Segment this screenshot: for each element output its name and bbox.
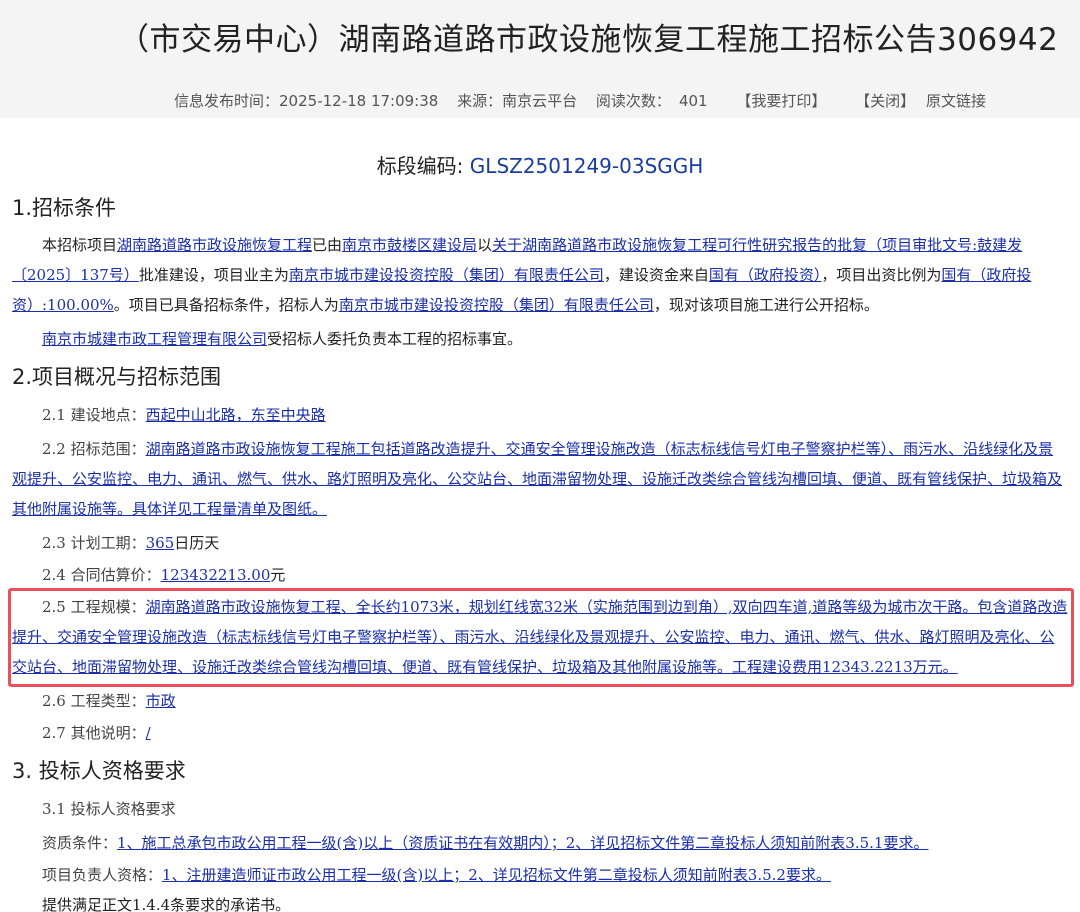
scope-link[interactable]: 湖南路道路市政设施恢复工程施工包括道路改造提升、交通安全管理设施改造（标志标线信… — [12, 440, 1062, 518]
item-2-2: 2.2 招标范围：湖南路道路市政设施恢复工程施工包括道路改造提升、交通安全管理设… — [12, 434, 1068, 524]
duration-unit: 日历天 — [174, 534, 220, 552]
manager-row: 项目负责人资格：1、注册建造师证市政公用工程一级(含)以上；2、详见招标文件第二… — [42, 860, 831, 890]
item-2-7: 2.7 其他说明：/ — [42, 718, 151, 748]
text: 已由 — [312, 236, 343, 254]
publish-label: 信息发布时间： — [174, 92, 280, 110]
item-label: 2.5 工程规模： — [42, 598, 146, 616]
price-link[interactable]: 123432213.00 — [161, 566, 271, 584]
text: 批准建设，项目业主为 — [138, 266, 289, 284]
qualification-row: 资质条件：1、施工总承包市政公用工程一级(含)以上（资质证书在有效期内）；2、详… — [42, 828, 928, 858]
item-label: 2.3 计划工期： — [42, 534, 146, 552]
publish-value: 2025-12-18 17:09:38 — [279, 92, 439, 110]
source-label: 来源： — [457, 92, 503, 110]
page-header: （市交易中心）湖南路道路市政设施恢复工程施工招标公告306942 信息发布时间：… — [0, 0, 1080, 118]
tenderer-link[interactable]: 南京市城市建设投资控股（集团）有限责任公司 — [339, 296, 654, 314]
location-link[interactable]: 西起中山北路，东至中央路 — [146, 406, 326, 424]
item-label: 项目负责人资格： — [42, 866, 163, 884]
approval-authority-link[interactable]: 南京市鼓楼区建设局 — [342, 236, 477, 254]
manager-link[interactable]: 1、注册建造师证市政公用工程一级(含)以上；2、详见招标文件第二章投标人须知前附… — [162, 866, 831, 884]
owner-link[interactable]: 南京市城市建设投资控股（集团）有限责任公司 — [289, 266, 604, 284]
meta-bar: 信息发布时间：2025-12-18 17:09:38 来源：南京云平台 阅读次数… — [174, 90, 1000, 111]
text: 本招标项目 — [42, 236, 118, 254]
price-unit: 元 — [270, 566, 286, 584]
item-label: 2.7 其他说明： — [42, 724, 146, 742]
item-2-4: 2.4 合同估算价：123432213.00元 — [42, 560, 285, 590]
item-label: 资质条件： — [42, 834, 118, 852]
views-value: 401 — [678, 92, 708, 110]
heading-project-overview: 2.项目概况与招标范围 — [12, 365, 222, 389]
source-value: 南京云平台 — [502, 92, 578, 110]
agency-text: 受招标人委托负责本工程的招标事宜。 — [267, 330, 523, 348]
funding-source-link[interactable]: 国有（政府投资） — [709, 266, 822, 284]
scale-link[interactable]: 湖南路道路市政设施恢复工程、全长约1073米，规划红线宽32米（实施范围到边到角… — [12, 598, 1067, 676]
agency-link[interactable]: 南京市城建市政工程管理有限公司 — [42, 330, 267, 348]
source: 来源：南京云平台 — [457, 92, 577, 110]
item-3-1: 3.1 投标人资格要求 — [42, 794, 176, 824]
views: 阅读次数： 401 — [596, 92, 708, 110]
item-label: 2.6 工程类型： — [42, 692, 146, 710]
item-2-6: 2.6 工程类型：市政 — [42, 686, 176, 716]
text: ，建设资金来自 — [603, 266, 709, 284]
bidding-conditions-paragraph: 本招标项目湖南路道路市政设施恢复工程已由南京市鼓楼区建设局以关于湖南路道路市政设… — [12, 230, 1068, 320]
sub-heading: 3.1 投标人资格要求 — [42, 800, 176, 818]
item-label: 2.1 建设地点： — [42, 406, 146, 424]
publish-time: 信息发布时间：2025-12-18 17:09:38 — [174, 92, 438, 110]
views-label: 阅读次数： — [595, 92, 671, 110]
duration-link[interactable]: 365 — [146, 534, 175, 552]
item-label: 2.2 招标范围： — [42, 440, 146, 458]
text: ，现对该项目施工进行公开招标。 — [653, 296, 879, 314]
item-2-5: 2.5 工程规模：湖南路道路市政设施恢复工程、全长约1073米，规划红线宽32米… — [12, 592, 1068, 682]
item-2-3: 2.3 计划工期：365日历天 — [42, 528, 219, 558]
original-link[interactable]: 原文链接 — [926, 92, 986, 110]
agency-paragraph: 南京市城建市政工程管理有限公司受招标人委托负责本工程的招标事宜。 — [42, 324, 522, 354]
text: 。项目已具备招标条件，招标人为 — [113, 296, 339, 314]
commitment-text: 提供满足正文1.4.4条要求的承诺书。 — [42, 896, 291, 912]
heading-qualifications: 3. 投标人资格要求 — [12, 759, 186, 783]
section-code: 标段编码: GLSZ2501249-03SGGH — [0, 150, 1080, 179]
qualification-link[interactable]: 1、施工总承包市政公用工程一级(含)以上（资质证书在有效期内）；2、详见招标文件… — [117, 834, 928, 852]
close-button[interactable]: 【关闭】 — [855, 92, 915, 110]
other-link[interactable]: / — [146, 724, 151, 742]
project-name-link[interactable]: 湖南路道路市政设施恢复工程 — [117, 236, 312, 254]
section-code-value: GLSZ2501249-03SGGH — [469, 154, 704, 178]
commitment-row: 提供满足正文1.4.4条要求的承诺书。 — [42, 890, 290, 912]
type-link[interactable]: 市政 — [146, 692, 176, 710]
print-button[interactable]: 【我要打印】 — [736, 92, 826, 110]
page-title: （市交易中心）湖南路道路市政设施恢复工程施工招标公告306942 — [118, 22, 1059, 58]
text: 以 — [477, 236, 493, 254]
item-2-1: 2.1 建设地点：西起中山北路，东至中央路 — [42, 400, 326, 430]
item-label: 2.4 合同估算价： — [42, 566, 161, 584]
section-code-label: 标段编码: — [376, 154, 464, 178]
text: ，项目出资比例为 — [821, 266, 942, 284]
heading-bidding-conditions: 1.招标条件 — [12, 196, 117, 220]
